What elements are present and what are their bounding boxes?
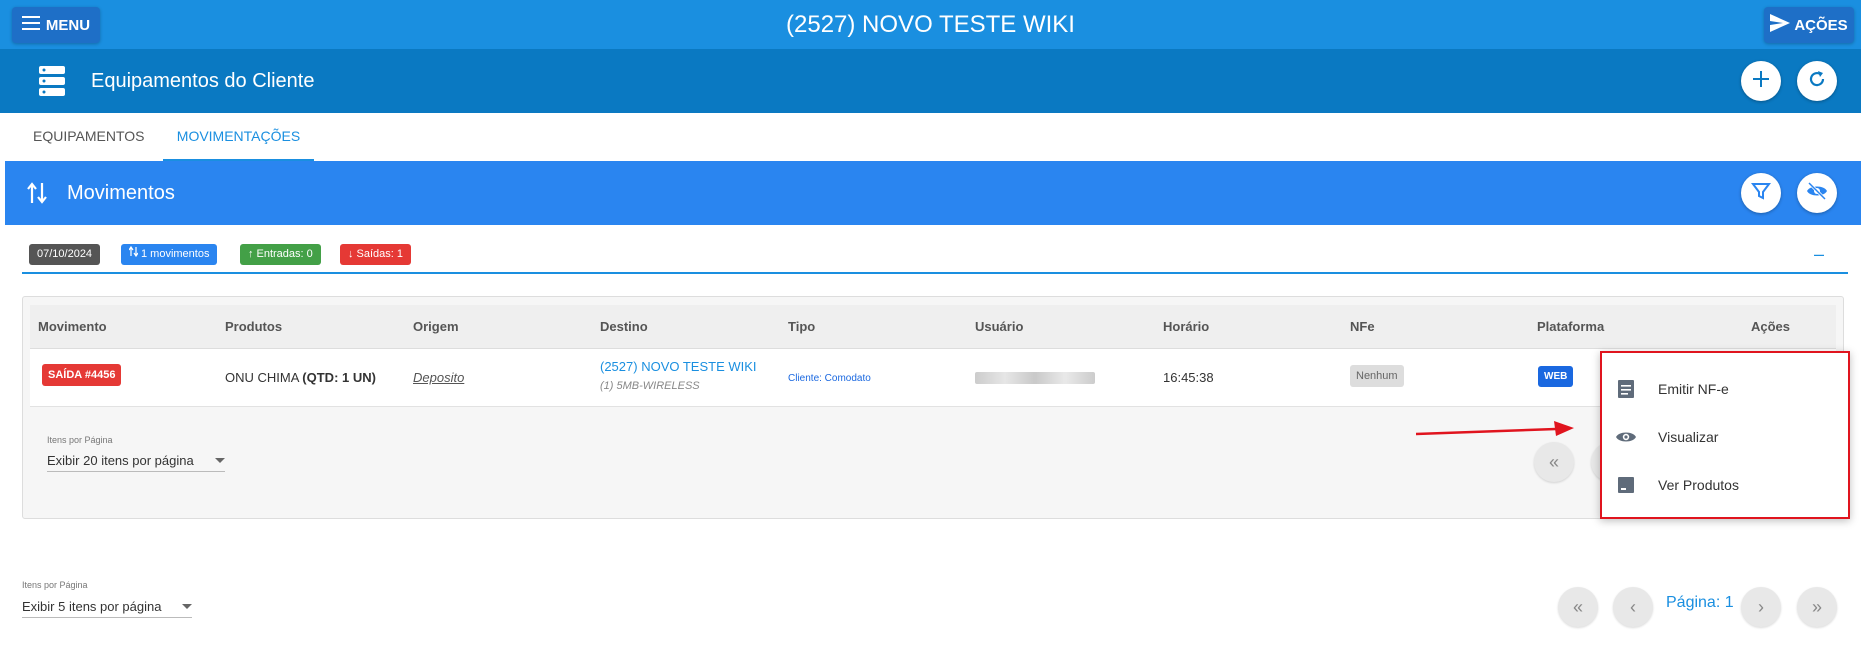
tipo-cell: Cliente: Comodato: [788, 373, 871, 384]
produto-qtd: (QTD: 1 UN): [302, 370, 376, 385]
items-per-page-label: Itens por Página: [47, 435, 113, 445]
hamburger-icon: [21, 16, 40, 34]
saidas-chip: ↓ Saídas: 1: [340, 244, 411, 265]
menu-button-label: MENU: [45, 16, 91, 34]
nfe-cell: Nenhum: [1350, 365, 1404, 387]
usuario-redacted: [975, 372, 1095, 384]
dropdown-caret-icon: [182, 604, 192, 609]
items-per-page-value: Exibir 20 itens por página: [47, 453, 194, 468]
page-indicator: Página: 1: [1666, 594, 1734, 611]
menu-item-emitir-nfe[interactable]: Emitir NF-e: [1614, 367, 1840, 411]
acoes-button[interactable]: AÇÕES: [1764, 7, 1854, 43]
row-actions-menu: Emitir NF-e Visualizar Ver Produtos: [1600, 351, 1850, 519]
dropdown-caret-icon: [215, 458, 225, 463]
refresh-icon: [1807, 69, 1827, 94]
menu-item-ver-produtos[interactable]: Ver Produtos: [1614, 463, 1840, 507]
double-chevron-left-icon: «: [1572, 596, 1583, 617]
double-chevron-right-icon: »: [1811, 596, 1822, 617]
filter-icon: [1751, 181, 1771, 206]
column-header: Tipo: [788, 319, 816, 334]
destino-plano: (1) 5MB-WIRELESS: [600, 380, 700, 392]
date-chip: 07/10/2024: [29, 244, 101, 265]
footer-items-per-page-value: Exibir 5 itens por página: [22, 599, 162, 614]
panel-title: Movimentos: [67, 182, 175, 204]
column-header: Horário: [1163, 319, 1210, 334]
tab-equipamentos[interactable]: EQUIPAMENTOS: [33, 113, 145, 159]
movimentos-panel-header: Movimentos: [5, 161, 1861, 225]
eye-off-icon: [1806, 181, 1828, 205]
movimento-badge: SAÍDA #4456: [42, 364, 122, 386]
tab-movimentacoes[interactable]: MOVIMENTAÇÕES: [163, 113, 314, 161]
swap-vertical-icon: [128, 244, 139, 265]
origem-link[interactable]: Deposito: [413, 370, 464, 385]
add-button[interactable]: [1741, 61, 1781, 101]
hide-columns-button[interactable]: [1797, 173, 1837, 213]
column-header: Origem: [413, 319, 459, 334]
menu-item-label: Visualizar: [1658, 429, 1719, 445]
entradas-chip: ↑ Entradas: 0: [240, 244, 321, 265]
footer-next-page-button[interactable]: ›: [1741, 587, 1781, 627]
arrow-up-icon: ↑: [248, 248, 254, 260]
items-per-page-select[interactable]: Exibir 20 itens por página: [47, 450, 225, 472]
document-icon: [1614, 377, 1638, 401]
eye-icon: [1614, 425, 1638, 449]
column-header: Ações: [1751, 319, 1791, 334]
collapse-button[interactable]: –: [1814, 244, 1824, 265]
menu-item-visualizar[interactable]: Visualizar: [1614, 415, 1840, 459]
table-row[interactable]: SAÍDA #4456 ONU CHIMA (QTD: 1 UN) Deposi…: [30, 349, 1836, 407]
footer-items-per-page-label: Itens por Página: [22, 580, 88, 590]
destino-link[interactable]: (2527) NOVO TESTE WIKI: [600, 359, 757, 374]
menu-item-label: Ver Produtos: [1658, 477, 1739, 493]
swap-vertical-icon: [27, 181, 47, 210]
chevron-right-icon: ›: [1758, 596, 1764, 617]
plataforma-badge: WEB: [1538, 366, 1574, 387]
table-header: Movimento Produtos Origem Destino Tipo U…: [30, 305, 1836, 349]
footer-items-per-page-select[interactable]: Exibir 5 itens por página: [22, 596, 192, 618]
footer-prev-page-button[interactable]: ‹: [1613, 587, 1653, 627]
column-header: Usuário: [975, 319, 1024, 334]
footer-first-page-button[interactable]: «: [1558, 587, 1598, 627]
first-page-button[interactable]: «: [1534, 442, 1574, 482]
movimentos-chip-label: 1 movimentos: [141, 248, 210, 260]
send-icon: [1770, 14, 1791, 36]
movimentos-chip: 1 movimentos: [121, 244, 218, 265]
entradas-chip-label: Entradas: 0: [256, 248, 313, 260]
filter-button[interactable]: [1741, 173, 1781, 213]
box-icon: [1614, 473, 1638, 497]
column-header: Destino: [600, 319, 648, 334]
summary-bar: 07/10/2024 1 movimentos ↑ Entradas: 0 ↓ …: [22, 244, 1848, 274]
top-app-bar: (2527) NOVO TESTE WIKI MENU AÇÕES: [0, 0, 1861, 49]
app-title: (2527) NOVO TESTE WIKI: [786, 11, 1075, 38]
menu-button[interactable]: MENU: [12, 7, 100, 43]
produto-cell: ONU CHIMA (QTD: 1 UN): [225, 370, 376, 385]
double-chevron-left-icon: «: [1548, 451, 1559, 472]
tabs-bar: EQUIPAMENTOS MOVIMENTAÇÕES: [0, 113, 1861, 161]
column-header: NFe: [1350, 319, 1375, 334]
menu-item-label: Emitir NF-e: [1658, 381, 1729, 397]
produto-name: ONU CHIMA: [225, 370, 299, 385]
refresh-button[interactable]: [1797, 61, 1837, 101]
column-header: Movimento: [38, 319, 107, 334]
movimentos-table-card: Movimento Produtos Origem Destino Tipo U…: [22, 296, 1844, 519]
annotation-arrow-icon: [1416, 421, 1574, 436]
plus-icon: [1752, 70, 1770, 93]
column-header: Plataforma: [1537, 319, 1605, 334]
saidas-chip-label: Saídas: 1: [356, 248, 403, 260]
page-header: Equipamentos do Cliente: [0, 49, 1861, 113]
server-icon: [38, 65, 66, 97]
nfe-badge: Nenhum: [1350, 365, 1404, 387]
plataforma-cell: WEB: [1538, 366, 1574, 387]
column-header: Produtos: [225, 319, 283, 334]
arrow-down-icon: ↓: [348, 248, 354, 260]
movimento-cell: SAÍDA #4456: [42, 364, 122, 386]
chevron-left-icon: ‹: [1630, 596, 1636, 617]
acoes-button-label: AÇÕES: [1794, 16, 1848, 34]
footer-last-page-button[interactable]: »: [1797, 587, 1837, 627]
page-title: Equipamentos do Cliente: [91, 70, 315, 92]
horario-cell: 16:45:38: [1163, 370, 1214, 385]
usuario-cell: [975, 372, 1095, 384]
